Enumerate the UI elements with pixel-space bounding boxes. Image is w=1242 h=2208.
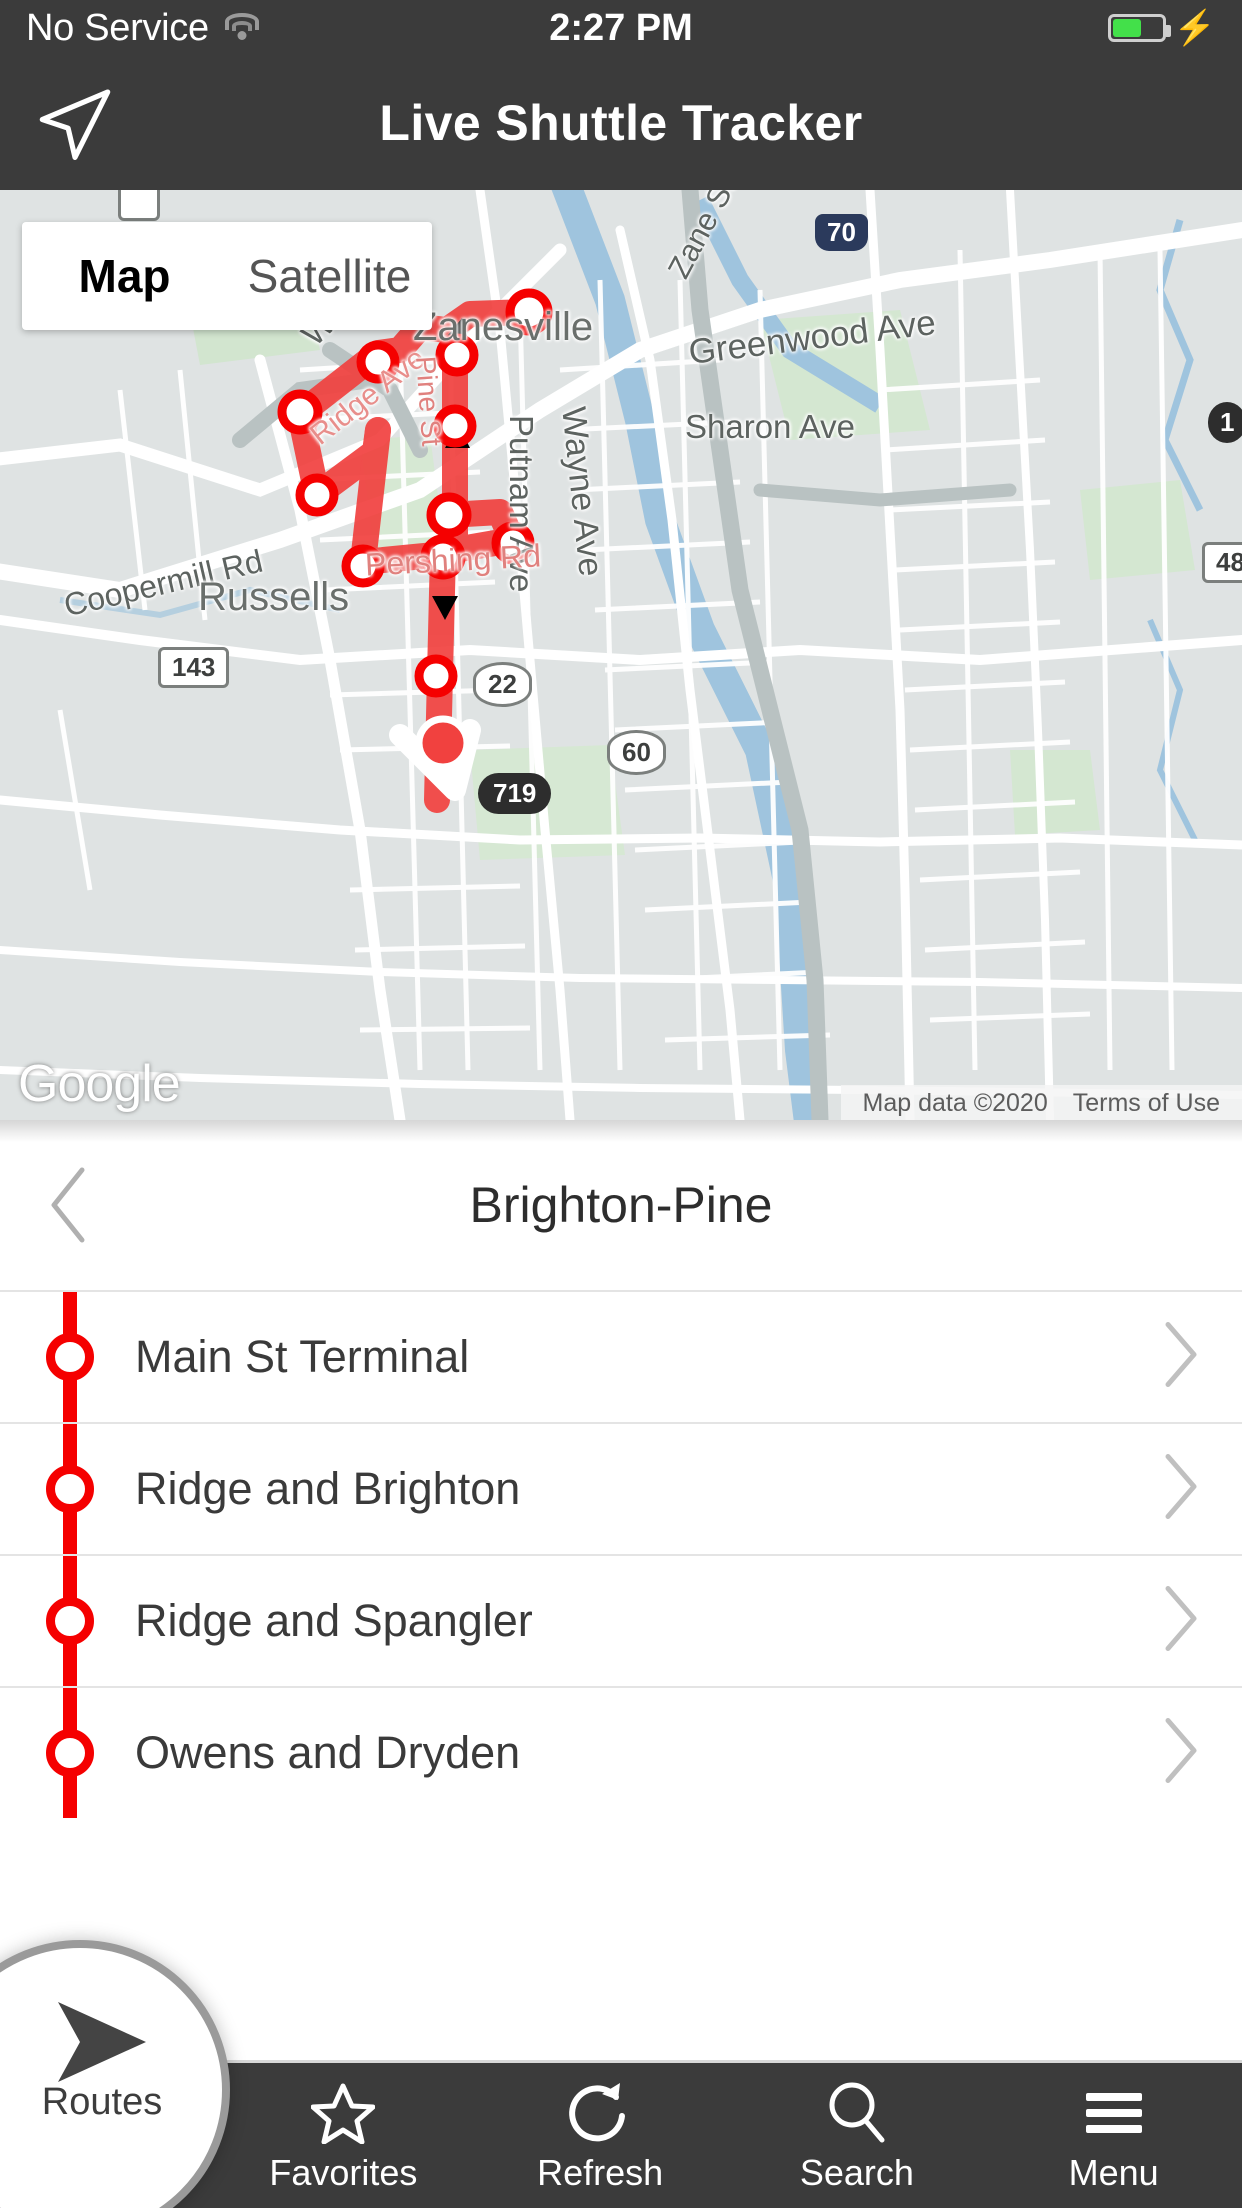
page-title: Live Shuttle Tracker	[379, 95, 863, 151]
route-name-label: Brighton-Pine	[469, 1177, 773, 1233]
stop-list-item-3[interactable]: Owens and Dryden	[0, 1686, 1242, 1818]
route-panel: Brighton-Pine Main St Terminal Ridge and…	[0, 1120, 1242, 2070]
refresh-circle-icon	[568, 2080, 632, 2146]
map-type-option-map[interactable]: Map	[22, 249, 227, 303]
tab-menu[interactable]: Menu	[985, 2063, 1242, 2208]
map-shield-719: 719	[478, 773, 552, 814]
status-bar: No Service 2:27 PM ⚡	[0, 0, 1242, 56]
navigation-arrow-icon[interactable]	[0, 80, 150, 166]
map-shield-143: 143	[158, 647, 230, 688]
map-shield-i70: 70	[815, 214, 868, 251]
chevron-right-icon	[1162, 1453, 1200, 1526]
status-bar-left: No Service	[26, 7, 549, 50]
route-header: Brighton-Pine	[0, 1120, 1242, 1290]
stop-name-label: Owens and Dryden	[135, 1727, 521, 1778]
map-shield-top	[118, 190, 161, 221]
tab-label: Favorites	[269, 2152, 418, 2193]
play-arrow-icon	[46, 2001, 158, 2082]
chevron-right-icon	[1162, 1321, 1200, 1394]
wifi-icon	[223, 13, 261, 43]
status-bar-right: ⚡	[693, 11, 1216, 45]
stop-name-label: Ridge and Spangler	[135, 1595, 533, 1646]
stop-marker-icon	[46, 1465, 94, 1513]
stop-marker-icon	[46, 1729, 94, 1777]
tab-label: Refresh	[537, 2152, 664, 2193]
chevron-right-icon	[1162, 1717, 1200, 1790]
tab-refresh[interactable]: Refresh	[472, 2063, 729, 2208]
map-shield-60: 60	[607, 730, 666, 775]
carrier-label: No Service	[26, 6, 209, 49]
tab-search[interactable]: Search	[729, 2063, 986, 2208]
stop-list-item-1[interactable]: Ridge and Brighton	[0, 1422, 1242, 1554]
stop-list-item-2[interactable]: Ridge and Spangler	[0, 1554, 1242, 1686]
tab-label: Routes	[41, 2080, 163, 2123]
stop-name-label: Main St Terminal	[135, 1331, 470, 1382]
magnifier-icon	[826, 2080, 888, 2146]
map-type-toggle[interactable]: Map Satellite	[22, 222, 432, 330]
stop-marker-icon	[46, 1597, 94, 1645]
map-view[interactable]: W Main St Ridge Ave Zanesville Zane St G…	[0, 190, 1242, 1120]
nav-bar: Live Shuttle Tracker	[0, 56, 1242, 190]
map-shield-48: 48	[1202, 542, 1242, 583]
stop-name-label: Ridge and Brighton	[135, 1463, 521, 1514]
chevron-left-icon[interactable]	[28, 1160, 108, 1250]
google-logo: Google	[18, 1055, 181, 1113]
app-root: No Service 2:27 PM ⚡ Live Shuttle Tracke…	[0, 0, 1242, 2208]
star-icon	[311, 2080, 376, 2146]
chevron-right-icon	[1162, 1585, 1200, 1658]
tab-label: Menu	[1068, 2152, 1159, 2193]
tab-favorites[interactable]: Favorites	[215, 2063, 472, 2208]
map-attribution: Map data ©2020 Terms of Use	[840, 1085, 1242, 1120]
stop-list-item-0[interactable]: Main St Terminal	[0, 1290, 1242, 1422]
map-type-option-satellite[interactable]: Satellite	[227, 249, 432, 303]
lightning-bolt-icon: ⚡	[1173, 9, 1216, 47]
map-shield-1: 1	[1208, 402, 1242, 443]
clock-label: 2:27 PM	[549, 6, 693, 49]
map-data-label: Map data ©2020	[862, 1089, 1048, 1117]
hamburger-menu-icon	[1082, 2080, 1146, 2146]
battery-icon	[1107, 14, 1171, 42]
tab-label: Search	[799, 2152, 914, 2193]
stop-marker-icon	[46, 1333, 94, 1381]
stop-list: Main St Terminal Ridge and Brighton Ridg…	[0, 1290, 1242, 1818]
tab-bar: Favorites Refresh Search Menu Routes	[0, 1940, 1242, 2208]
terms-of-use-link[interactable]: Terms of Use	[1061, 1089, 1232, 1118]
map-shield-22: 22	[473, 662, 532, 707]
